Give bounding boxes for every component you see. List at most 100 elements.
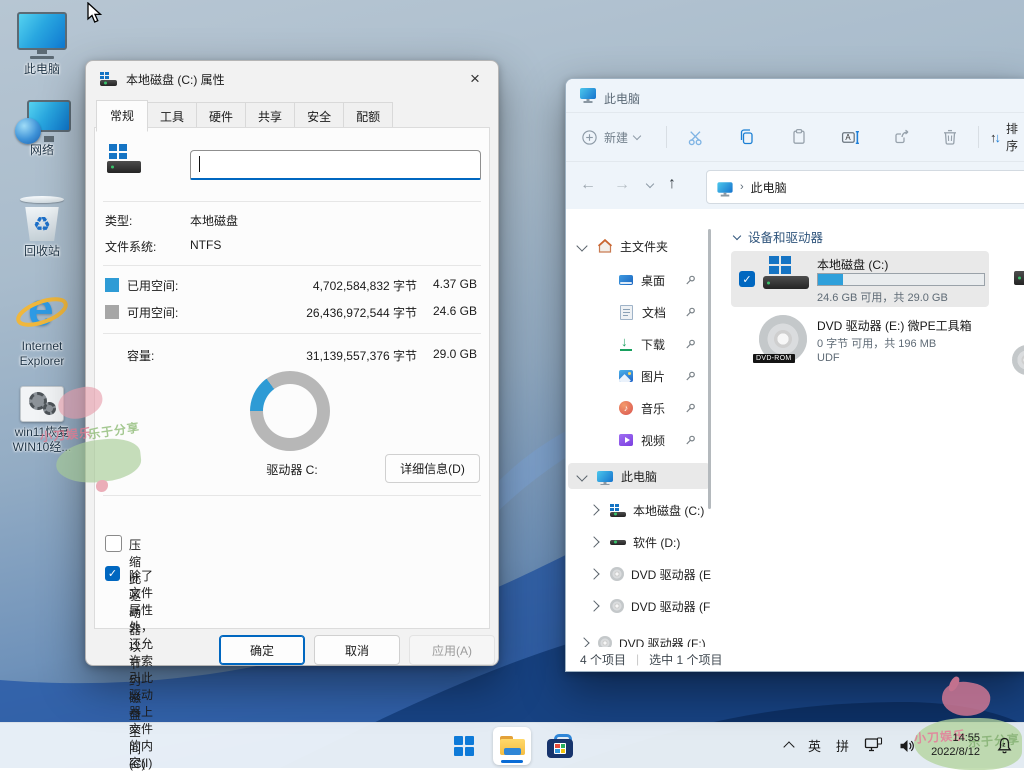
this-pc-icon xyxy=(17,12,67,50)
desktop-icon-internet-explorer[interactable]: e Internet Explorer xyxy=(6,286,78,369)
sidebar-item-local-disk-c[interactable]: 本地磁盘 (C:) xyxy=(566,497,714,523)
text-caret xyxy=(199,156,200,172)
recycle-bin-icon: ♻ xyxy=(23,207,61,241)
drive-name: DVD 驱动器 (E:) 微PE工具箱 xyxy=(817,317,972,334)
sidebar-item-downloads[interactable]: ↓ 下载 xyxy=(566,331,714,357)
nav-history-chevron-icon[interactable] xyxy=(646,180,654,188)
desktop-icon-network[interactable]: 网络 xyxy=(6,100,78,158)
cancel-button[interactable]: 取消 xyxy=(314,635,400,665)
new-button[interactable]: 新建 xyxy=(581,121,640,153)
desktop-icon-recycle-bin[interactable]: ♻ 回收站 xyxy=(6,196,78,259)
volume-icon[interactable] xyxy=(898,737,916,755)
store-icon xyxy=(547,734,573,758)
address-bar[interactable]: › 此电脑 xyxy=(706,170,1024,204)
apply-button[interactable]: 应用(A) xyxy=(409,635,495,665)
dvd-icon xyxy=(610,599,624,613)
sidebar-item-videos[interactable]: 视频 xyxy=(566,427,714,453)
type-label: 类型: xyxy=(105,212,132,229)
dialog-title-bar: 本地磁盘 (C:) 属性 xyxy=(86,61,498,97)
nav-forward-button[interactable]: → xyxy=(614,177,630,193)
explorer-tab-title[interactable]: 此电脑 xyxy=(604,90,640,107)
volume-label-input[interactable] xyxy=(190,150,481,180)
sidebar-item-label: DVD 驱动器 (E xyxy=(631,566,711,583)
sidebar-item-pictures[interactable]: 图片 xyxy=(566,363,714,389)
copy-button[interactable] xyxy=(729,121,765,153)
general-tab-page: 类型: 本地磁盘 文件系统: NTFS 已用空间: 4,702,584,832 … xyxy=(94,127,490,629)
desktop-icon-label: win11恢复 WIN10经... xyxy=(6,425,78,455)
sort-down-icon: ↓ xyxy=(995,130,1002,145)
start-button[interactable] xyxy=(445,727,483,765)
rename-button[interactable]: A xyxy=(832,121,868,153)
paste-button[interactable] xyxy=(781,121,817,153)
pin-icon xyxy=(685,275,696,286)
desktop-icon-win11-restore[interactable]: win11恢复 WIN10经... xyxy=(6,386,78,455)
paste-icon xyxy=(790,128,808,146)
details-button[interactable]: 详细信息(D) xyxy=(385,454,480,483)
notification-bell-icon[interactable]: z xyxy=(995,736,1014,755)
ok-button[interactable]: 确定 xyxy=(219,635,305,665)
close-button[interactable]: × xyxy=(452,61,498,97)
used-space-gb: 4.37 GB xyxy=(433,277,477,291)
videos-icon xyxy=(619,434,633,446)
pin-icon xyxy=(685,339,696,350)
breadcrumb-separator-icon: › xyxy=(740,181,744,193)
music-icon: ♪ xyxy=(619,401,633,415)
folder-icon xyxy=(500,736,525,755)
sidebar-item-desktop[interactable]: 桌面 xyxy=(566,267,714,293)
ime-pinyin-indicator[interactable]: 拼 xyxy=(836,736,849,755)
taskbar-center-icons xyxy=(445,723,579,768)
hidden-icons-chevron-icon[interactable] xyxy=(783,741,794,752)
sort-button[interactable]: ↑ ↓ 排序 xyxy=(990,121,1024,153)
filesystem-label: 文件系统: xyxy=(105,238,156,255)
section-devices-and-drives[interactable]: 设备和驱动器 xyxy=(734,227,823,246)
microsoft-store-button[interactable] xyxy=(541,727,579,765)
gears-icon xyxy=(20,386,64,422)
sidebar-item-music[interactable]: ♪ 音乐 xyxy=(566,395,714,421)
selection-checkbox[interactable]: ✓ xyxy=(739,271,755,287)
network-icon[interactable] xyxy=(864,737,883,754)
drive-filesystem: UDF xyxy=(817,352,840,364)
nav-up-button[interactable]: ↑ xyxy=(668,176,676,192)
sidebar-scrollbar[interactable] xyxy=(708,229,711,509)
sidebar-item-dvd-e[interactable]: DVD 驱动器 (E xyxy=(566,561,714,587)
used-space-row: 已用空间: 4,702,584,832 字节 4.37 GB xyxy=(105,277,481,295)
share-button[interactable] xyxy=(884,121,920,153)
scissors-icon xyxy=(687,128,706,147)
taskbar-clock[interactable]: 14:55 2022/8/12 xyxy=(931,732,980,760)
sidebar-item-label: 桌面 xyxy=(641,272,665,289)
ime-language-indicator[interactable]: 英 xyxy=(808,736,821,755)
breadcrumb[interactable]: 此电脑 xyxy=(751,179,787,196)
free-space-swatch xyxy=(105,305,119,319)
sidebar-item-label: DVD 驱动器 (F xyxy=(631,598,710,615)
compress-checkbox[interactable] xyxy=(105,535,122,552)
dvd-e-tile[interactable]: DVD-ROM DVD 驱动器 (E:) 微PE工具箱 0 字节 可用，共 19… xyxy=(731,313,989,371)
plus-circle-icon xyxy=(581,129,598,146)
sidebar-item-dvd-f[interactable]: DVD 驱动器 (F xyxy=(566,593,714,619)
this-pc-icon xyxy=(717,182,732,192)
file-explorer-taskbar-button[interactable] xyxy=(493,727,531,765)
sidebar-item-drive-d[interactable]: 软件 (D:) xyxy=(566,529,714,555)
desktop-icon-this-pc[interactable]: 此电脑 xyxy=(6,12,78,77)
sidebar-item-this-pc[interactable]: 此电脑 xyxy=(568,463,710,489)
drive-c-tile[interactable]: ✓ 本地磁盘 (C:) 24.6 GB 可用，共 29.0 GB xyxy=(731,251,989,307)
drive-name: 本地磁盘 (C:) xyxy=(817,256,888,273)
dialog-title: 本地磁盘 (C:) 属性 xyxy=(126,71,225,88)
chevron-collapsed-icon xyxy=(588,568,599,579)
delete-button[interactable] xyxy=(932,121,968,153)
sort-button-label: 排序 xyxy=(1006,120,1024,154)
file-explorer-window: 此电脑 新建 xyxy=(565,78,1024,672)
nav-back-button[interactable]: ← xyxy=(580,177,596,193)
status-divider: | xyxy=(636,652,639,666)
capacity-label: 容量: xyxy=(127,347,154,364)
desktop-icon-label: Internet Explorer xyxy=(6,339,78,369)
network-globe-icon xyxy=(15,118,41,144)
bell-z-glyph: z xyxy=(1002,742,1006,749)
tab-general[interactable]: 常规 xyxy=(96,100,148,132)
sidebar-item-documents[interactable]: 文档 xyxy=(566,299,714,325)
sidebar-item-home[interactable]: 主文件夹 xyxy=(566,233,714,259)
status-selected-count: 选中 1 个项目 xyxy=(649,651,722,668)
chevron-expanded-icon xyxy=(576,470,587,481)
drive-d-icon xyxy=(610,540,626,545)
index-checkbox[interactable]: ✓ xyxy=(105,566,120,581)
cut-button[interactable] xyxy=(678,121,714,153)
